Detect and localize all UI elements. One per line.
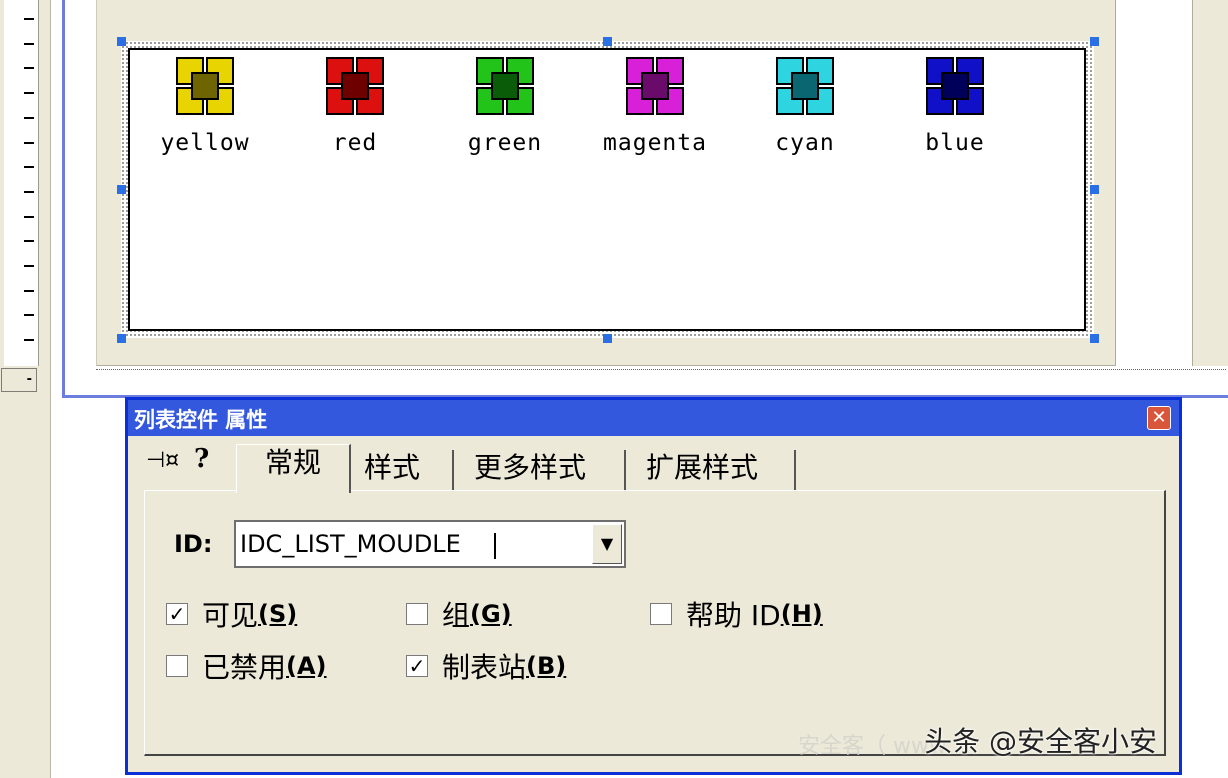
ruler-tick	[24, 142, 34, 144]
checkbox-help-id[interactable]: 帮助 ID (H)	[650, 594, 823, 634]
close-button[interactable]: ✕	[1147, 406, 1171, 430]
resize-handle-bottom-mid[interactable]	[603, 334, 612, 343]
list-item-label: red	[332, 130, 378, 156]
list-item-label: yellow	[160, 130, 250, 156]
tab-separator	[794, 450, 796, 490]
checkbox-label: 制表站	[442, 651, 527, 684]
tab-separator	[624, 450, 626, 490]
checkbox-visible[interactable]: ✓ 可见 (S)	[166, 594, 297, 634]
tab-general[interactable]: 常规	[236, 444, 351, 493]
ruler-tick	[24, 166, 34, 168]
checkbox-disabled[interactable]: 已禁用 (A)	[166, 646, 327, 686]
resize-handle-bottom-left[interactable]	[117, 334, 126, 343]
checkbox-label: 可见	[202, 599, 259, 632]
checkbox-key: (G)	[470, 600, 512, 628]
id-value: IDC_LIST_MOUDLE	[240, 530, 461, 558]
checkbox-box[interactable]: ✓	[166, 603, 188, 625]
tab-separator	[452, 450, 454, 490]
ruler-tick	[24, 117, 34, 119]
ruler-tick	[24, 240, 34, 242]
text-caret	[494, 533, 496, 559]
checkbox-box[interactable]	[166, 655, 188, 677]
left-ruler: -	[0, 0, 51, 778]
dialog-boundary-line	[96, 369, 1226, 370]
checkbox-box[interactable]: ✓	[406, 655, 428, 677]
red-squares-icon	[326, 57, 384, 115]
checkbox-label: 已禁用	[202, 651, 287, 684]
checkbox-group[interactable]: 组 (G)	[406, 594, 512, 634]
list-item-label: magenta	[603, 130, 707, 156]
checkbox-tabstop[interactable]: ✓ 制表站 (B)	[406, 646, 566, 686]
ruler-tick	[24, 216, 34, 218]
tab-label: 常规	[264, 446, 321, 479]
ruler-tick	[24, 67, 34, 69]
checkbox-key: (H)	[780, 600, 823, 628]
checkbox-label: 组	[442, 599, 471, 632]
list-item-label: green	[467, 130, 543, 156]
resize-handle-mid-left[interactable]	[117, 185, 126, 194]
help-icon[interactable]: ?	[194, 444, 209, 474]
ruler-tick	[24, 92, 34, 94]
list-item[interactable]: cyan	[740, 56, 870, 156]
resize-handle-mid-right[interactable]	[1090, 185, 1099, 194]
tab-extended-styles[interactable]: 扩展样式	[646, 450, 758, 490]
tab-label: 更多样式	[474, 451, 587, 484]
blue-squares-icon	[926, 57, 984, 115]
ruler-tick	[24, 191, 34, 193]
green-squares-icon	[476, 57, 534, 115]
properties-window: 列表控件 属性 ✕ ⊣¤ ? 常规 样式 更多样式 扩展样式 ID: IDC_L…	[125, 397, 1182, 775]
ruler-track	[4, 0, 39, 366]
resize-handle-bottom-right[interactable]	[1090, 334, 1099, 343]
checkbox-key: (B)	[526, 652, 567, 680]
ruler-tick	[24, 314, 34, 316]
watermark: 头条 @安全客小安	[924, 725, 1157, 758]
yellow-squares-icon	[176, 57, 234, 115]
chevron-down-icon[interactable]: ▼	[592, 524, 622, 564]
ruler-tick	[24, 290, 34, 292]
ruler-button[interactable]: -	[1, 368, 37, 392]
tab-styles[interactable]: 样式	[364, 450, 420, 490]
ruler-tick	[24, 43, 34, 45]
list-item[interactable]: green	[440, 56, 570, 156]
list-item[interactable]: red	[290, 56, 420, 156]
list-control[interactable]: yellow red green magenta cyan blue	[128, 48, 1086, 331]
ruler-tick	[24, 265, 34, 267]
ruler-tick	[24, 339, 34, 341]
checkbox-key: (A)	[286, 652, 327, 680]
checkbox-box[interactable]	[406, 603, 428, 625]
list-item-label: cyan	[775, 130, 835, 156]
tab-more-styles[interactable]: 更多样式	[474, 450, 586, 490]
list-item[interactable]: magenta	[590, 56, 720, 156]
id-combobox[interactable]: IDC_LIST_MOUDLE ▼	[234, 520, 626, 568]
tab-label: 扩展样式	[646, 451, 759, 484]
list-item[interactable]: blue	[890, 56, 1020, 156]
resize-handle-top-mid[interactable]	[603, 37, 612, 46]
properties-title-bar[interactable]: 列表控件 属性 ✕	[128, 400, 1179, 436]
ruler-tick	[24, 18, 34, 20]
pin-icon[interactable]: ⊣¤	[146, 448, 179, 473]
magenta-squares-icon	[626, 57, 684, 115]
cyan-squares-icon	[776, 57, 834, 115]
resize-handle-top-right[interactable]	[1090, 37, 1099, 46]
right-panel-strip	[1192, 0, 1228, 366]
checkbox-key: (S)	[258, 600, 298, 628]
list-item-label: blue	[925, 130, 985, 156]
checkbox-label: 帮助 ID	[686, 599, 781, 632]
id-label: ID:	[174, 530, 213, 558]
list-item[interactable]: yellow	[140, 56, 270, 156]
properties-title: 列表控件 属性	[134, 408, 268, 432]
tab-label: 样式	[364, 451, 421, 484]
resize-handle-top-left[interactable]	[117, 37, 126, 46]
checkbox-box[interactable]	[650, 603, 672, 625]
